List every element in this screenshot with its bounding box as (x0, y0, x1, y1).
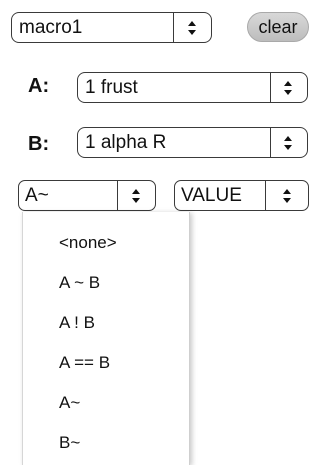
clear-button-label: clear (258, 16, 298, 37)
menu-item-a-not-b[interactable]: A ! B (59, 313, 95, 333)
macro-select-value: macro1 (19, 16, 83, 38)
label-b: B: (28, 133, 50, 155)
menu-item-b-tilde[interactable]: B~ (59, 433, 80, 453)
operator-dropdown-menu: <none> A ~ B A ! B A == B A~ B~ (22, 212, 190, 465)
b-select[interactable]: 1 alpha R (77, 127, 308, 158)
a-select[interactable]: 1 frust (77, 72, 308, 103)
updown-arrows-icon (265, 181, 308, 210)
updown-arrows-icon (269, 128, 307, 157)
mode-select[interactable]: VALUE (174, 180, 309, 211)
mode-select-value: VALUE (181, 184, 242, 206)
b-select-value: 1 alpha R (85, 131, 167, 153)
menu-item-none[interactable]: <none> (59, 233, 117, 253)
operator-select-value: A~ (25, 184, 49, 206)
menu-item-a-equals-b[interactable]: A == B (59, 353, 110, 373)
label-a: A: (28, 75, 50, 97)
updown-arrows-icon (269, 73, 307, 102)
macro-select[interactable]: macro1 (11, 12, 212, 43)
a-select-value: 1 frust (85, 76, 138, 98)
menu-item-a-tilde-b[interactable]: A ~ B (59, 273, 100, 293)
clear-button[interactable]: clear (247, 12, 309, 42)
operator-select[interactable]: A~ (18, 180, 156, 211)
updown-arrows-icon (172, 13, 211, 42)
menu-item-a-tilde[interactable]: A~ (59, 393, 80, 413)
updown-arrows-icon (117, 181, 155, 210)
